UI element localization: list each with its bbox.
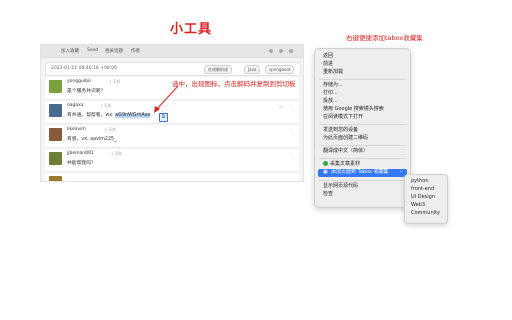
reply-username[interactable]: jjbeman001 bbox=[67, 151, 94, 156]
reply-text: 有感，vx: aavim225_ bbox=[67, 137, 117, 142]
heart-icon[interactable]: ♡ bbox=[289, 153, 293, 159]
topic-tag[interactable]: springboot bbox=[265, 65, 295, 74]
reply-row bbox=[45, 173, 299, 181]
annotation-text: 选中，出现图标，点击解码并复制到剪切板 bbox=[172, 80, 296, 88]
menu-item-add-to-tabox[interactable]: ▣ 添加页面到 Tabox 收藏集 › bbox=[318, 169, 407, 177]
menu-item-collect-article[interactable]: 采集文章素材 bbox=[323, 161, 360, 168]
menu-item-save-as[interactable]: 存储为... bbox=[323, 82, 343, 89]
menu-item-qr-code[interactable]: 为此页面创建二维码 bbox=[323, 135, 368, 142]
avatar[interactable] bbox=[49, 104, 62, 117]
menu-item-cast[interactable]: 投放... bbox=[323, 98, 338, 105]
bookmark-icon[interactable] bbox=[279, 49, 283, 53]
submenu-item[interactable]: Community bbox=[411, 210, 440, 217]
share-icon[interactable] bbox=[269, 49, 273, 53]
tabox-icon: ▣ bbox=[323, 169, 328, 175]
context-menu: 返回 前进 重新加载 存储为... 打印... 投放... 使用 Google … bbox=[314, 48, 411, 208]
submenu-item[interactable]: Web3 bbox=[411, 202, 425, 209]
page-title: 小工具 bbox=[170, 22, 213, 37]
menu-item-view-source[interactable]: 显示网页源代码 bbox=[323, 183, 358, 190]
reply-text: 是个服务共识呢？ bbox=[67, 89, 106, 94]
reply-time: 1 天前 bbox=[111, 151, 123, 156]
menu-separator bbox=[319, 124, 406, 125]
chevron-right-icon: › bbox=[400, 169, 402, 175]
heart-icon[interactable]: ♡ bbox=[289, 129, 293, 135]
reply-username[interactable]: yongguibo bbox=[67, 79, 91, 84]
decode-copy-icon[interactable]: ⧉ bbox=[159, 113, 168, 122]
menu-item-reload[interactable]: 重新加载 bbox=[323, 69, 343, 76]
menu-separator bbox=[319, 180, 406, 181]
submenu-item[interactable]: python bbox=[411, 178, 429, 185]
topic-tag[interactable]: Java bbox=[244, 65, 261, 74]
nav-item[interactable]: 作者 bbox=[131, 48, 140, 54]
reply-text-plain: 有共通。帮帮看。wx: bbox=[67, 113, 116, 118]
menu-item-print[interactable]: 打印... bbox=[323, 90, 338, 97]
more-icon[interactable] bbox=[289, 49, 293, 53]
menu-item-add-to-tabox-label: 添加页面到 Tabox 收藏集 bbox=[331, 169, 389, 175]
menu-item-back[interactable]: 返回 bbox=[323, 53, 333, 60]
reply-text: 有共通。帮帮看。wx: aG9nWGrhAav bbox=[67, 111, 151, 118]
selected-text[interactable]: aG9nWGrhAav bbox=[115, 113, 151, 118]
submenu-item[interactable]: front-end bbox=[411, 186, 434, 193]
page-nav-bar: 加入收藏 Seed 相关话题 作者 bbox=[41, 45, 303, 58]
avatar[interactable] bbox=[49, 80, 62, 93]
avatar[interactable] bbox=[49, 128, 62, 141]
topic-date: 2023-01-22 08:46:16 +08:00 bbox=[51, 66, 117, 71]
submenu-item[interactable]: UI Design bbox=[411, 194, 435, 201]
menu-item-inspect[interactable]: 检查 bbox=[323, 191, 333, 198]
heart-icon[interactable]: ♡ bbox=[289, 105, 293, 111]
reply-time: 1 天前 bbox=[109, 79, 121, 84]
reply-text: 共能帮我吗？ bbox=[67, 161, 96, 166]
menu-item-send-to-device[interactable]: 发送到您的设备 bbox=[323, 127, 358, 134]
right-hint: 右键便捷添加tabox收藏集 bbox=[346, 34, 423, 42]
nav-item[interactable]: 相关话题 bbox=[105, 48, 123, 54]
reply-time: 1 天前 bbox=[105, 127, 117, 132]
menu-item-forward[interactable]: 前进 bbox=[323, 61, 333, 68]
avatar[interactable] bbox=[49, 152, 62, 165]
reply-row: jjbeman001 1 天前 共能帮我吗？ ♡ bbox=[45, 149, 299, 172]
menu-item-translate[interactable]: 翻译成中文（简体） bbox=[323, 148, 368, 155]
menu-separator bbox=[319, 145, 406, 146]
nav-item[interactable]: Seed bbox=[87, 48, 98, 53]
avatar[interactable] bbox=[49, 176, 62, 181]
topic-meta-row: 2023-01-22 08:46:16 +08:00 在线解析成 Java sp… bbox=[45, 62, 301, 76]
tabox-submenu: python front-end UI Design Web3 Communit… bbox=[404, 174, 448, 224]
reply-time: 1 天前 bbox=[100, 103, 112, 108]
reply-row: likeavim 1 天前 有感，vx: aavim225_ ♡ bbox=[45, 125, 299, 148]
reply-icon[interactable]: ↩ bbox=[279, 105, 283, 111]
menu-separator bbox=[319, 158, 406, 159]
green-check-icon bbox=[323, 161, 328, 166]
reply-username[interactable]: oagaxa bbox=[67, 103, 84, 108]
topic-tag[interactable]: 在线解析成 bbox=[204, 65, 232, 74]
reply-username[interactable]: likeavim bbox=[67, 127, 86, 132]
menu-item-google-lens[interactable]: 使用 Google 搜索镜头搜索 bbox=[323, 106, 384, 113]
menu-item-reading-mode[interactable]: 在阅读模式下打开 bbox=[323, 114, 363, 121]
menu-separator bbox=[319, 79, 406, 80]
annotation-arrow bbox=[154, 85, 179, 113]
nav-item[interactable]: 加入收藏 bbox=[61, 48, 79, 54]
